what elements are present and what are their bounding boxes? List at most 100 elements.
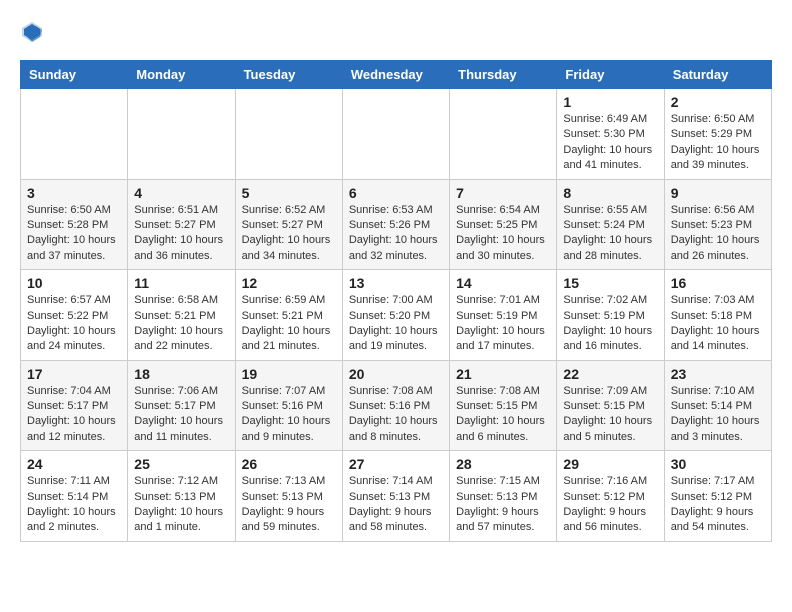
day-info-line: Sunset: 5:13 PM [456,490,550,505]
day-info-line: Sunset: 5:12 PM [563,490,657,505]
page-header [20,20,772,44]
calendar-cell: 18Sunrise: 7:06 AMSunset: 5:17 PMDayligh… [128,360,235,451]
calendar-cell: 30Sunrise: 7:17 AMSunset: 5:12 PMDayligh… [664,451,771,542]
calendar-cell: 15Sunrise: 7:02 AMSunset: 5:19 PMDayligh… [557,270,664,361]
day-info-line: Sunset: 5:13 PM [349,490,443,505]
day-info-line: Daylight: 10 hours and 22 minutes. [134,324,228,355]
day-info-line: Sunset: 5:25 PM [456,218,550,233]
day-header-monday: Monday [128,61,235,89]
day-info-line: Sunrise: 6:49 AM [563,112,657,127]
day-info-line: Sunset: 5:21 PM [242,309,336,324]
calendar-cell: 29Sunrise: 7:16 AMSunset: 5:12 PMDayligh… [557,451,664,542]
calendar-table: SundayMondayTuesdayWednesdayThursdayFrid… [20,60,772,542]
day-info-line: Sunset: 5:17 PM [134,399,228,414]
day-info-line: Sunset: 5:28 PM [27,218,121,233]
calendar-cell: 5Sunrise: 6:52 AMSunset: 5:27 PMDaylight… [235,179,342,270]
day-info-line: Daylight: 10 hours and 19 minutes. [349,324,443,355]
day-number: 29 [563,456,657,472]
day-info-line: Sunset: 5:27 PM [134,218,228,233]
day-number: 27 [349,456,443,472]
day-info-line: Sunrise: 6:55 AM [563,203,657,218]
day-number: 15 [563,275,657,291]
day-info-line: Sunset: 5:18 PM [671,309,765,324]
day-number: 22 [563,366,657,382]
calendar-week-row: 1Sunrise: 6:49 AMSunset: 5:30 PMDaylight… [21,89,772,180]
day-info-line: Daylight: 9 hours and 58 minutes. [349,505,443,536]
day-info-line: Sunrise: 7:12 AM [134,474,228,489]
day-info-line: Sunrise: 7:10 AM [671,384,765,399]
day-number: 9 [671,185,765,201]
day-info-line: Sunrise: 7:16 AM [563,474,657,489]
day-number: 24 [27,456,121,472]
day-info-line: Sunset: 5:14 PM [671,399,765,414]
day-info-line: Sunrise: 6:59 AM [242,293,336,308]
day-number: 2 [671,94,765,110]
calendar-header: SundayMondayTuesdayWednesdayThursdayFrid… [21,61,772,89]
day-number: 6 [349,185,443,201]
day-info-line: Daylight: 10 hours and 14 minutes. [671,324,765,355]
calendar-cell [235,89,342,180]
calendar-cell: 19Sunrise: 7:07 AMSunset: 5:16 PMDayligh… [235,360,342,451]
calendar-cell: 7Sunrise: 6:54 AMSunset: 5:25 PMDaylight… [450,179,557,270]
day-header-thursday: Thursday [450,61,557,89]
calendar-cell [450,89,557,180]
day-info-line: Sunset: 5:17 PM [27,399,121,414]
day-header-saturday: Saturday [664,61,771,89]
calendar-cell: 6Sunrise: 6:53 AMSunset: 5:26 PMDaylight… [342,179,449,270]
day-info-line: Daylight: 10 hours and 11 minutes. [134,414,228,445]
calendar-cell: 4Sunrise: 6:51 AMSunset: 5:27 PMDaylight… [128,179,235,270]
calendar-cell: 28Sunrise: 7:15 AMSunset: 5:13 PMDayligh… [450,451,557,542]
day-number: 26 [242,456,336,472]
calendar-week-row: 3Sunrise: 6:50 AMSunset: 5:28 PMDaylight… [21,179,772,270]
calendar-cell: 10Sunrise: 6:57 AMSunset: 5:22 PMDayligh… [21,270,128,361]
day-info-line: Sunrise: 7:14 AM [349,474,443,489]
day-info-line: Daylight: 10 hours and 37 minutes. [27,233,121,264]
day-number: 4 [134,185,228,201]
day-info-line: Sunset: 5:20 PM [349,309,443,324]
calendar-cell: 8Sunrise: 6:55 AMSunset: 5:24 PMDaylight… [557,179,664,270]
day-info-line: Sunrise: 6:56 AM [671,203,765,218]
day-info-line: Sunset: 5:30 PM [563,127,657,142]
day-info-line: Daylight: 10 hours and 32 minutes. [349,233,443,264]
day-info-line: Daylight: 10 hours and 26 minutes. [671,233,765,264]
day-info-line: Daylight: 10 hours and 17 minutes. [456,324,550,355]
day-number: 17 [27,366,121,382]
day-info-line: Sunrise: 6:50 AM [671,112,765,127]
day-info-line: Sunrise: 7:02 AM [563,293,657,308]
day-info-line: Daylight: 10 hours and 8 minutes. [349,414,443,445]
day-header-wednesday: Wednesday [342,61,449,89]
day-number: 1 [563,94,657,110]
day-info-line: Sunset: 5:12 PM [671,490,765,505]
calendar-cell: 13Sunrise: 7:00 AMSunset: 5:20 PMDayligh… [342,270,449,361]
calendar-cell: 22Sunrise: 7:09 AMSunset: 5:15 PMDayligh… [557,360,664,451]
day-number: 11 [134,275,228,291]
day-info-line: Daylight: 10 hours and 28 minutes. [563,233,657,264]
day-number: 8 [563,185,657,201]
day-info-line: Daylight: 10 hours and 5 minutes. [563,414,657,445]
calendar-cell: 21Sunrise: 7:08 AMSunset: 5:15 PMDayligh… [450,360,557,451]
day-info-line: Sunset: 5:13 PM [134,490,228,505]
day-info-line: Sunrise: 7:09 AM [563,384,657,399]
day-info-line: Daylight: 10 hours and 2 minutes. [27,505,121,536]
day-info-line: Sunrise: 7:13 AM [242,474,336,489]
day-info-line: Sunset: 5:19 PM [456,309,550,324]
calendar-cell: 27 Sunrise: 7:14 AMSunset: 5:13 PMDayligh… [342,451,449,542]
calendar-cell: 26Sunrise: 7:13 AMSunset: 5:13 PMDayligh… [235,451,342,542]
day-info-line: Sunrise: 7:00 AM [349,293,443,308]
day-number: 16 [671,275,765,291]
day-info-line: Sunrise: 7:15 AM [456,474,550,489]
calendar-week-row: 10Sunrise: 6:57 AMSunset: 5:22 PMDayligh… [21,270,772,361]
day-info-line: Sunset: 5:16 PM [242,399,336,414]
day-header-friday: Friday [557,61,664,89]
calendar-cell: 23Sunrise: 7:10 AMSunset: 5:14 PMDayligh… [664,360,771,451]
day-info-line: Sunrise: 6:54 AM [456,203,550,218]
day-info-line: Sunrise: 7:08 AM [456,384,550,399]
day-info-line: Sunrise: 7:01 AM [456,293,550,308]
day-number: 12 [242,275,336,291]
day-info-line: Daylight: 10 hours and 1 minute. [134,505,228,536]
day-info-line: Sunrise: 7:08 AM [349,384,443,399]
calendar-week-row: 24Sunrise: 7:11 AMSunset: 5:14 PMDayligh… [21,451,772,542]
calendar-cell: 20Sunrise: 7:08 AMSunset: 5:16 PMDayligh… [342,360,449,451]
day-info-line: Sunrise: 7:17 AM [671,474,765,489]
day-number: 7 [456,185,550,201]
